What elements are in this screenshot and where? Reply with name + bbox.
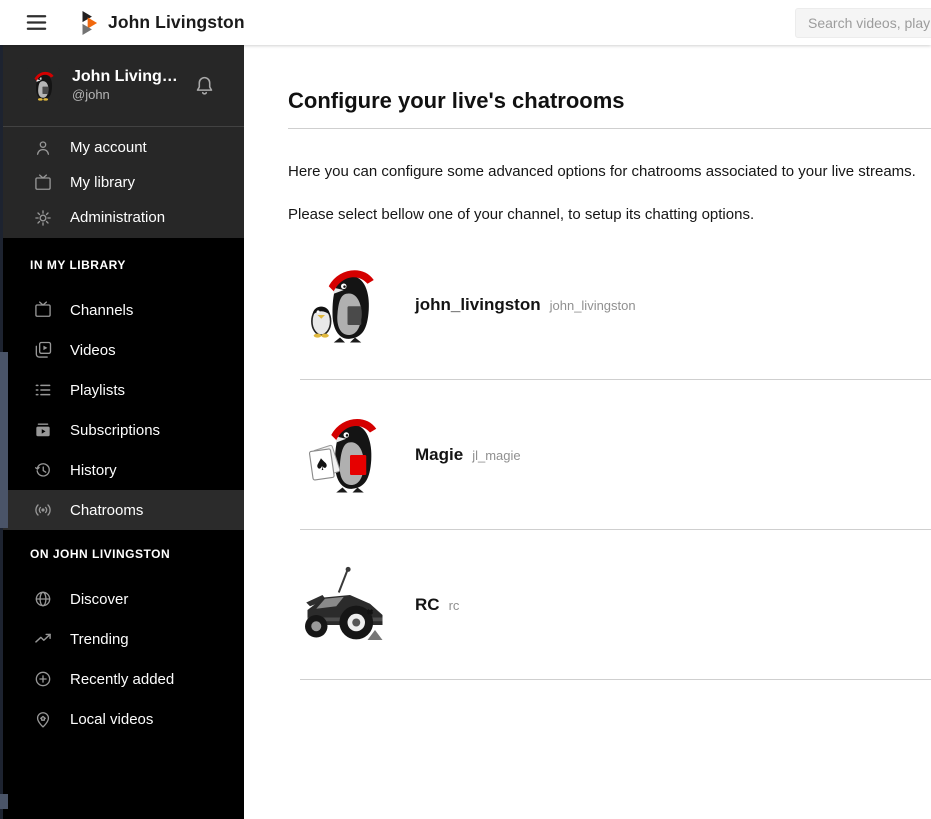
channel-name: Magie xyxy=(415,444,464,464)
section-header: ON JOHN LIVINGSTON xyxy=(30,547,171,561)
hamburger-menu-icon[interactable] xyxy=(24,11,48,35)
sidebar-item-subscriptions[interactable]: Subscriptions xyxy=(0,410,244,450)
playlist-icon xyxy=(33,380,53,400)
channel-row-magie[interactable]: ♠ Magie jl_magie xyxy=(300,380,931,531)
intro-paragraph-1: Here you can configure some advanced opt… xyxy=(288,163,916,181)
tv-icon xyxy=(33,173,53,193)
user-handle: @john xyxy=(72,87,110,102)
tv-icon xyxy=(33,300,53,320)
sidebar-item-chatrooms[interactable]: Chatrooms xyxy=(0,490,244,530)
channel-handle: john_livingston xyxy=(549,297,636,313)
person-icon xyxy=(33,138,53,158)
sidebar-item-administration[interactable]: Administration xyxy=(0,200,244,235)
sidebar-section-in-my-library: IN MY LIBRARY Channels Videos Playlists … xyxy=(0,258,244,530)
sidebar-item-channels[interactable]: Channels xyxy=(0,290,244,330)
instance-title: John Livingston xyxy=(108,12,245,32)
sidebar-account-links: My account My library Administration xyxy=(0,126,244,238)
sidebar-scrollbar-thumb[interactable] xyxy=(0,352,8,528)
notifications-bell-icon[interactable] xyxy=(192,73,218,99)
sidebar-item-my-account[interactable]: My account xyxy=(0,130,244,165)
sidebar-item-discover[interactable]: Discover xyxy=(0,579,244,619)
sidebar-item-trending[interactable]: Trending xyxy=(0,619,244,659)
section-header: IN MY LIBRARY xyxy=(30,258,126,272)
channel-name: RC xyxy=(415,594,440,614)
user-display-name: John Livingston xyxy=(72,68,184,85)
channel-name: john_livingston xyxy=(415,294,541,314)
peertube-logo-icon xyxy=(78,10,99,35)
sidebar-item-playlists[interactable]: Playlists xyxy=(0,370,244,410)
channel-list: john_livingston john_livingston ♠ Magie … xyxy=(300,230,931,681)
globe-icon xyxy=(33,589,53,609)
live-broadcast-icon xyxy=(33,500,53,520)
instance-home-link[interactable]: John Livingston xyxy=(78,10,245,35)
topbar: John Livingston xyxy=(0,0,931,45)
plus-circle-icon xyxy=(33,669,53,689)
videos-icon xyxy=(33,340,53,360)
channel-handle: rc xyxy=(448,597,460,613)
channel-avatar-penguin-with-cards-icon: ♠ xyxy=(305,415,385,495)
sidebar-user-block: John Livingston @john xyxy=(0,45,244,126)
main-content: Configure your live's chatrooms Here you… xyxy=(244,45,931,819)
intro-paragraph-2: Please select bellow one of your channel… xyxy=(288,206,755,224)
history-icon xyxy=(33,460,53,480)
sidebar: John Livingston @john My account My libr… xyxy=(0,45,244,819)
svg-text:♠: ♠ xyxy=(313,454,330,475)
gear-icon xyxy=(33,208,53,228)
home-pin-icon xyxy=(33,709,53,729)
user-menu-trigger[interactable]: John Livingston @john xyxy=(72,68,244,102)
user-avatar[interactable] xyxy=(26,68,60,102)
sidebar-item-local-videos[interactable]: Local videos xyxy=(0,699,244,739)
title-divider xyxy=(288,128,931,130)
trending-icon xyxy=(33,629,53,649)
sidebar-scrollbar-nub[interactable] xyxy=(0,794,8,809)
channel-row-john-livingston[interactable]: john_livingston john_livingston xyxy=(300,230,931,381)
channel-handle: jl_magie xyxy=(472,447,521,463)
subscriptions-icon xyxy=(33,420,53,440)
sidebar-item-videos[interactable]: Videos xyxy=(0,330,244,370)
page-title: Configure your live's chatrooms xyxy=(288,88,625,113)
sidebar-item-history[interactable]: History xyxy=(0,450,244,490)
sidebar-section-on-instance: ON JOHN LIVINGSTON Discover Trending Rec… xyxy=(0,547,244,739)
channel-row-rc[interactable]: RC rc xyxy=(300,530,931,681)
sidebar-item-my-library[interactable]: My library xyxy=(0,165,244,200)
search-input[interactable] xyxy=(795,8,931,38)
channel-avatar-rc-car-icon xyxy=(305,565,385,645)
sidebar-item-recently-added[interactable]: Recently added xyxy=(0,659,244,699)
channel-avatar-penguin-with-baby-icon xyxy=(305,265,385,345)
